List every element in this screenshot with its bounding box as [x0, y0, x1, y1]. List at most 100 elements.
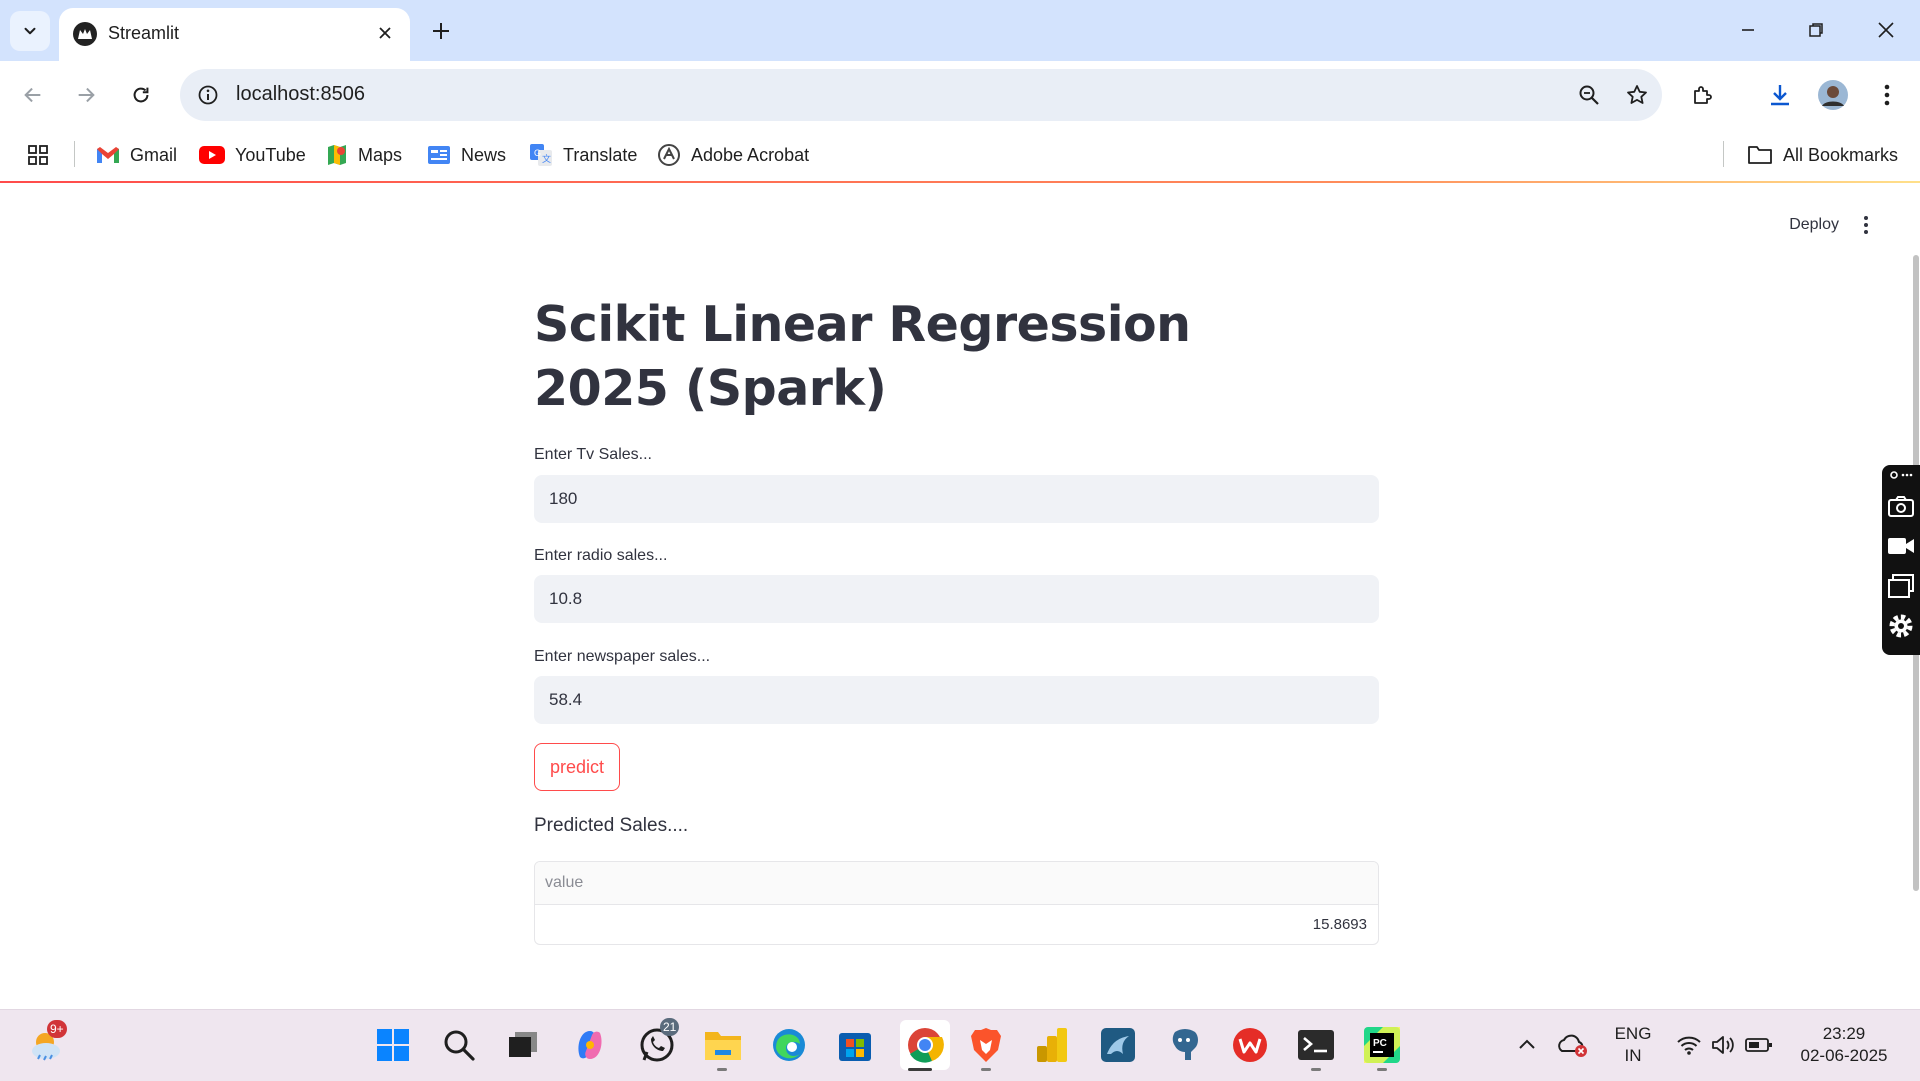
video-camera-icon[interactable]	[1886, 531, 1916, 561]
translate-icon: G文	[530, 144, 552, 166]
profile-avatar[interactable]	[1813, 75, 1853, 115]
power-bi-button[interactable]	[1031, 1024, 1073, 1066]
terminal-button[interactable]	[1295, 1024, 1337, 1066]
volume-icon	[1712, 1036, 1734, 1054]
bookmarks-divider	[1723, 141, 1724, 167]
reload-icon	[133, 87, 149, 103]
bookmark-label: Maps	[358, 144, 403, 165]
avatar-icon	[1818, 80, 1848, 110]
gear-icon[interactable]	[1886, 611, 1916, 641]
mysql-workbench-button[interactable]	[1097, 1024, 1139, 1066]
bookmarks-divider	[74, 141, 75, 167]
pycharm-button[interactable]: PC	[1361, 1024, 1403, 1066]
bookmark-youtube[interactable]: YouTube	[199, 141, 306, 169]
bookmark-maps[interactable]: Maps	[326, 141, 402, 169]
radio-sales-label: Enter radio sales...	[534, 547, 668, 564]
volume-button[interactable]	[1703, 1024, 1743, 1066]
edge-button[interactable]	[768, 1024, 810, 1066]
pin-icon[interactable]	[1886, 467, 1916, 483]
start-button[interactable]	[372, 1024, 414, 1066]
bookmark-adobe-acrobat[interactable]: Adobe Acrobat	[657, 141, 809, 169]
browser-tab-active[interactable]: Streamlit	[59, 8, 410, 61]
app-menu-button[interactable]	[1852, 209, 1880, 241]
newspaper-sales-input[interactable]	[534, 676, 1379, 724]
weather-widget-icon[interactable]: 9+	[27, 1020, 69, 1066]
wifi-icon	[1677, 1036, 1701, 1055]
onedrive-button[interactable]	[1553, 1024, 1593, 1066]
copilot-button[interactable]	[569, 1024, 611, 1066]
chrome-button[interactable]	[900, 1020, 950, 1070]
zoom-icon[interactable]	[1574, 80, 1604, 110]
bookmarks-bar: Gmail YouTube Maps News G文 Translate Ado…	[0, 129, 1920, 181]
extensions-button[interactable]	[1683, 75, 1723, 115]
folder-icon	[1748, 146, 1772, 164]
chrome-menu-button[interactable]	[1867, 75, 1907, 115]
running-indicator	[981, 1068, 991, 1071]
new-tab-button[interactable]	[424, 14, 458, 48]
folder-icon	[705, 1032, 741, 1060]
streamlit-app: Deploy Scikit Linear Regression 2025 (Sp…	[0, 183, 1920, 1009]
tv-sales-input[interactable]	[534, 475, 1379, 523]
windows-taskbar: 9+ 21 PC ENG IN 23:29 02-06-2025	[0, 1009, 1920, 1081]
file-explorer-button[interactable]	[702, 1024, 744, 1066]
microsoft-store-button[interactable]	[834, 1024, 876, 1066]
language-indicator[interactable]: ENG IN	[1608, 1023, 1658, 1067]
tab-search-button[interactable]	[10, 11, 50, 51]
table-cell[interactable]: 15.8693	[1313, 916, 1367, 933]
task-view-button[interactable]	[502, 1024, 544, 1066]
wps-office-button[interactable]	[1229, 1024, 1271, 1066]
tab-title: Streamlit	[108, 23, 180, 43]
column-header-value[interactable]: value	[545, 874, 583, 892]
bookmark-news[interactable]: News	[427, 141, 506, 169]
deploy-button[interactable]: Deploy	[1789, 216, 1839, 234]
battery-button[interactable]	[1739, 1024, 1779, 1066]
bookmark-translate[interactable]: G文 Translate	[529, 141, 637, 169]
downloads-button[interactable]	[1760, 75, 1800, 115]
bookmark-gmail[interactable]: Gmail	[96, 141, 177, 169]
brave-button[interactable]	[965, 1024, 1007, 1066]
address-bar[interactable]: localhost:8506	[180, 69, 1662, 121]
restore-icon	[1809, 23, 1823, 37]
windows-icon[interactable]	[1886, 571, 1916, 601]
whatsapp-badge: 21	[660, 1018, 680, 1036]
news-icon	[428, 146, 450, 164]
maps-icon	[328, 145, 346, 165]
postgresql-icon	[1172, 1029, 1198, 1060]
minimize-icon	[1742, 29, 1754, 31]
clock[interactable]: 23:29 02-06-2025	[1784, 1023, 1904, 1067]
running-indicator	[1377, 1068, 1387, 1071]
prediction-dataframe[interactable]: value 15.8693	[534, 861, 1379, 945]
running-indicator	[717, 1068, 727, 1071]
search-button[interactable]	[438, 1024, 480, 1066]
bookmark-label: Translate	[563, 144, 638, 165]
predict-button[interactable]: predict	[534, 743, 621, 791]
svg-text:PC: PC	[1373, 1038, 1387, 1049]
tab-strip: Streamlit	[0, 0, 1920, 61]
all-bookmarks-button[interactable]: All Bookmarks	[1747, 141, 1898, 169]
chrome-icon	[908, 1028, 944, 1063]
whatsapp-button[interactable]: 21	[636, 1018, 680, 1066]
postgresql-button[interactable]	[1163, 1024, 1205, 1066]
apps-button[interactable]	[26, 141, 50, 169]
all-bookmarks-label: All Bookmarks	[1783, 144, 1899, 165]
puzzle-icon	[1694, 86, 1712, 104]
bookmark-label: News	[461, 144, 507, 165]
forward-button[interactable]	[66, 75, 106, 115]
site-info-icon[interactable]	[194, 81, 222, 109]
reload-button[interactable]	[121, 75, 161, 115]
floating-capture-toolbar	[1882, 465, 1920, 655]
back-button[interactable]	[13, 75, 53, 115]
tab-close-button[interactable]	[372, 20, 398, 46]
minimize-button[interactable]	[1718, 8, 1778, 52]
radio-sales-input[interactable]	[534, 575, 1379, 623]
camera-icon[interactable]	[1886, 491, 1916, 521]
download-icon	[1771, 85, 1789, 106]
show-hidden-icons-button[interactable]	[1507, 1024, 1547, 1066]
bookmark-star-icon[interactable]	[1622, 80, 1652, 110]
search-icon	[444, 1030, 475, 1061]
restore-button[interactable]	[1786, 8, 1846, 52]
window-close-button[interactable]	[1856, 8, 1916, 52]
url-text[interactable]: localhost:8506	[236, 83, 365, 106]
language-code: ENG	[1614, 1024, 1652, 1043]
svg-text:G: G	[534, 148, 541, 158]
